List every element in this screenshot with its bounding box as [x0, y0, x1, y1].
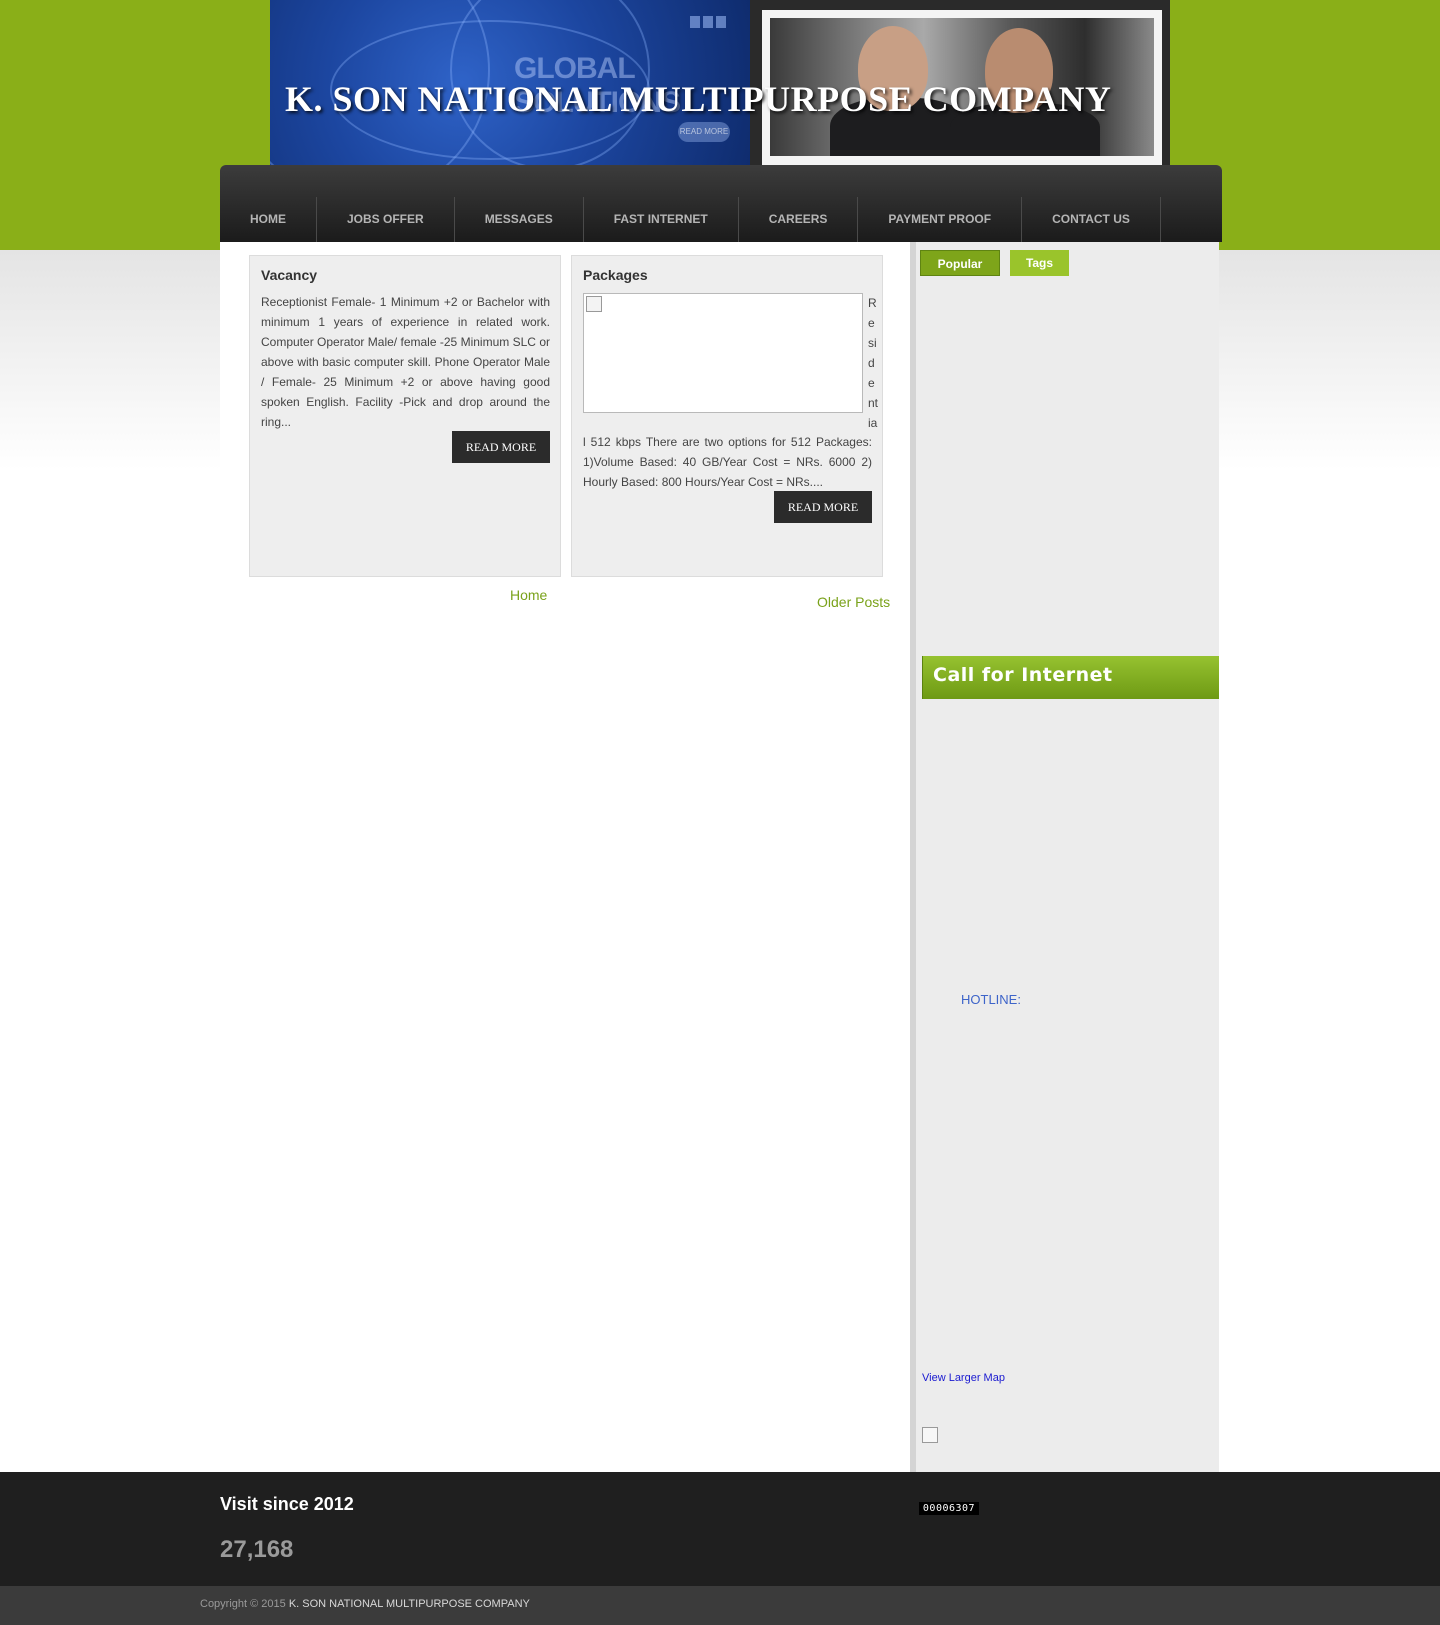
banner-read-more: READ MORE [678, 122, 730, 142]
footer-stats: Visit since 2012 27,168 00006307 [0, 1472, 1440, 1586]
home-link[interactable]: Home [510, 587, 547, 603]
copyright-text: Copyright © 2015 K. SON NATIONAL MULTIPU… [200, 1598, 530, 1610]
post-image-broken[interactable] [583, 293, 863, 413]
post-card-packages: Packages R e si d e nt ia l 512 kbps The… [571, 255, 883, 577]
post-excerpt: Receptionist Female- 1 Minimum +2 or Bac… [261, 295, 550, 429]
post-title[interactable]: Packages [583, 267, 648, 283]
nav-item-messages[interactable]: MESSAGES [455, 197, 584, 242]
nav-item-jobs-offer[interactable]: JOBS OFFER [317, 197, 455, 242]
banner-social-icons [690, 16, 726, 28]
main-content: Vacancy Receptionist Female- 1 Minimum +… [220, 242, 912, 1472]
nav-item-payment-proof[interactable]: PAYMENT PROOF [858, 197, 1023, 242]
footer-copyright-bar: Copyright © 2015 K. SON NATIONAL MULTIPU… [0, 1586, 1440, 1625]
view-larger-map-link[interactable]: View Larger Map [922, 1372, 1005, 1384]
main-navigation: HOME JOBS OFFER MESSAGES FAST INTERNET C… [220, 165, 1222, 242]
tab-tags[interactable]: Tags [1010, 250, 1069, 276]
post-excerpt-wrapped: R e si d e nt ia [868, 296, 879, 430]
nav-item-fast-internet[interactable]: FAST INTERNET [584, 197, 739, 242]
nav-menu: HOME JOBS OFFER MESSAGES FAST INTERNET C… [220, 197, 1161, 242]
nav-item-home[interactable]: HOME [220, 197, 317, 242]
older-posts-link[interactable]: Older Posts [817, 594, 890, 610]
hit-counter-badge[interactable]: 00006307 [919, 1502, 979, 1515]
tab-popular[interactable]: Popular [920, 250, 1000, 276]
read-more-button[interactable]: READ MORE [452, 431, 550, 463]
call-for-internet-title: Call for Internet [933, 664, 1113, 686]
nav-item-contact-us[interactable]: CONTACT US [1022, 197, 1161, 242]
post-card-vacancy: Vacancy Receptionist Female- 1 Minimum +… [249, 255, 561, 577]
visit-counter: 27,168 [220, 1536, 294, 1563]
visit-since-title: Visit since 2012 [220, 1494, 354, 1514]
copyright-company-link[interactable]: K. SON NATIONAL MULTIPURPOSE COMPANY [289, 1598, 530, 1610]
sidebar: Popular Tags Call for Internet HOTLINE: … [916, 242, 1219, 1472]
hotline-label: HOTLINE: [961, 992, 1021, 1007]
site-title[interactable]: K. SON NATIONAL MULTIPURPOSE COMPANY [285, 78, 1111, 120]
post-excerpt: l 512 kbps There are two options for 512… [583, 435, 872, 489]
call-for-internet-header: Call for Internet [922, 656, 1219, 699]
copyright-prefix: Copyright © 2015 [200, 1598, 286, 1610]
read-more-button[interactable]: READ MORE [774, 491, 872, 523]
broken-image-icon [586, 296, 602, 312]
broken-image-icon [922, 1427, 938, 1443]
post-title[interactable]: Vacancy [261, 267, 317, 283]
nav-item-careers[interactable]: CAREERS [739, 197, 859, 242]
